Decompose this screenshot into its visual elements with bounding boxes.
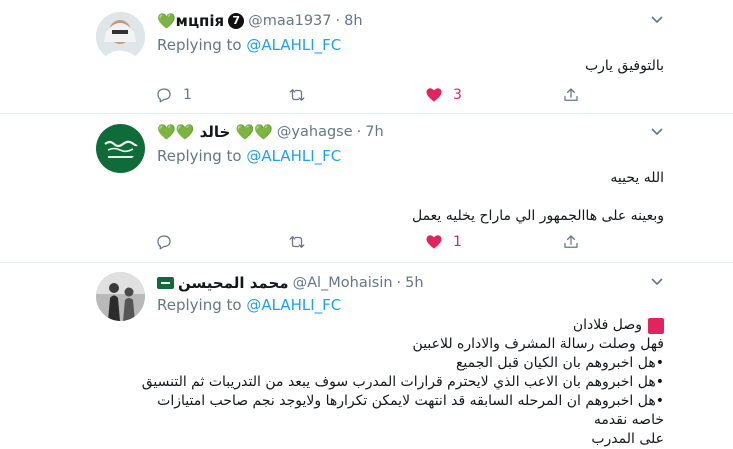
tweet-text: الله يحييه وبعينه على هاالجمهور الي مارا… (144, 169, 664, 226)
retweet-icon (289, 89, 305, 101)
replying-to-link[interactable]: @ALAHLI_FC (246, 147, 341, 165)
retweet-button[interactable] (288, 83, 316, 107)
replying-prefix: Replying to (157, 147, 247, 165)
replying-to: Replying to @ALAHLI_FC (157, 147, 341, 165)
tweet[interactable]: 💚мцпія 7 @maa1937 · 8h Replying to @ALAH… (0, 0, 733, 114)
separator: · (396, 275, 402, 291)
tweet-line: وصل فلادان (134, 316, 664, 335)
avatar-photo (96, 12, 145, 61)
author-row: محمد المحيسن @Al_Mohaisin · 5h (157, 273, 424, 293)
replying-to-link[interactable]: @ALAHLI_FC (246, 36, 341, 54)
tweet-line: •هل اخبروهم بان الكيان قبل الجميع (455, 355, 664, 371)
timestamp[interactable]: 7h (365, 124, 383, 140)
author-name[interactable]: محمد المحيسن (178, 274, 289, 292)
share-button[interactable] (562, 83, 580, 107)
tweet-text: وصل فلادان فهل وصلت رسالة المشرف والادار… (134, 316, 664, 449)
tweet-line: على المدرب (591, 431, 664, 447)
red-square-icon (648, 317, 664, 334)
reply-icon (157, 235, 171, 250)
share-icon (564, 235, 578, 248)
action-bar: 1 3 (155, 83, 595, 107)
action-bar: 1 (155, 230, 595, 254)
author-name[interactable]: 💚💚 خالد 💚💚 (157, 123, 273, 141)
retweet-button[interactable] (288, 230, 316, 254)
separator: · (335, 13, 341, 29)
author-handle[interactable]: @Al_Mohaisin (293, 275, 393, 291)
avatar[interactable] (96, 124, 145, 173)
author-handle[interactable]: @yahagse (277, 124, 353, 140)
flag-emoji-icon (157, 277, 174, 289)
tweet-line: •هل اخبروهم بان الاعب الذي لايحترم قرارا… (141, 374, 664, 390)
tweet[interactable]: محمد المحيسن @Al_Mohaisin · 5h Replying … (0, 263, 733, 447)
tweet-line: بالتوفيق يارب (584, 58, 664, 74)
reply-button[interactable]: 1 (155, 83, 192, 107)
retweet-icon (289, 236, 305, 248)
reply-button[interactable] (155, 230, 183, 254)
tweet-text: بالتوفيق يارب (144, 57, 664, 76)
reply-count: 1 (183, 87, 192, 103)
like-button[interactable]: 3 (425, 83, 462, 107)
like-count: 1 (453, 234, 462, 250)
separator: · (356, 124, 362, 140)
tweet[interactable]: 💚💚 خالد 💚💚 @yahagse · 7h Replying to @AL… (0, 114, 733, 263)
avatar-photo (96, 272, 145, 321)
flag-avatar (96, 124, 145, 173)
replying-to-link[interactable]: @ALAHLI_FC (246, 296, 341, 314)
reply-icon (157, 88, 171, 103)
tweet-line: الله يحييه (610, 170, 664, 186)
replying-to: Replying to @ALAHLI_FC (157, 296, 341, 314)
like-count: 3 (453, 87, 462, 103)
tweet-line (144, 188, 664, 207)
author-row: 💚💚 خالد 💚💚 @yahagse · 7h (157, 122, 384, 142)
heart-icon (426, 235, 442, 249)
author-handle[interactable]: @maa1937 (248, 13, 331, 29)
avatar[interactable] (96, 272, 145, 321)
replying-prefix: Replying to (157, 36, 247, 54)
badge-icon: 7 (228, 13, 245, 29)
avatar[interactable] (96, 12, 145, 61)
tweet-line: فهل وصلت رسالة المشرف والاداره للاعبين (412, 336, 664, 352)
like-button[interactable]: 1 (425, 230, 462, 254)
share-button[interactable] (562, 230, 580, 254)
author-row: 💚мцпія 7 @maa1937 · 8h (157, 11, 363, 31)
replying-to: Replying to @ALAHLI_FC (157, 36, 341, 54)
chevron-down-icon[interactable] (650, 277, 664, 287)
author-name[interactable]: 💚мцпія (157, 12, 224, 30)
timestamp[interactable]: 5h (405, 275, 423, 291)
heart-icon (426, 88, 442, 102)
replying-prefix: Replying to (157, 296, 247, 314)
chevron-down-icon[interactable] (650, 15, 664, 25)
tweet-line: وبعينه على هاالجمهور الي ماراح يخليه يعم… (411, 208, 664, 224)
timestamp[interactable]: 8h (344, 13, 362, 29)
chevron-down-icon[interactable] (650, 127, 664, 137)
share-icon (564, 88, 578, 101)
tweet-line: •هل اخبروهم ان المرحله السابقه قد انتهت … (157, 393, 664, 428)
tweet-line-text: وصل فلادان (572, 317, 642, 333)
